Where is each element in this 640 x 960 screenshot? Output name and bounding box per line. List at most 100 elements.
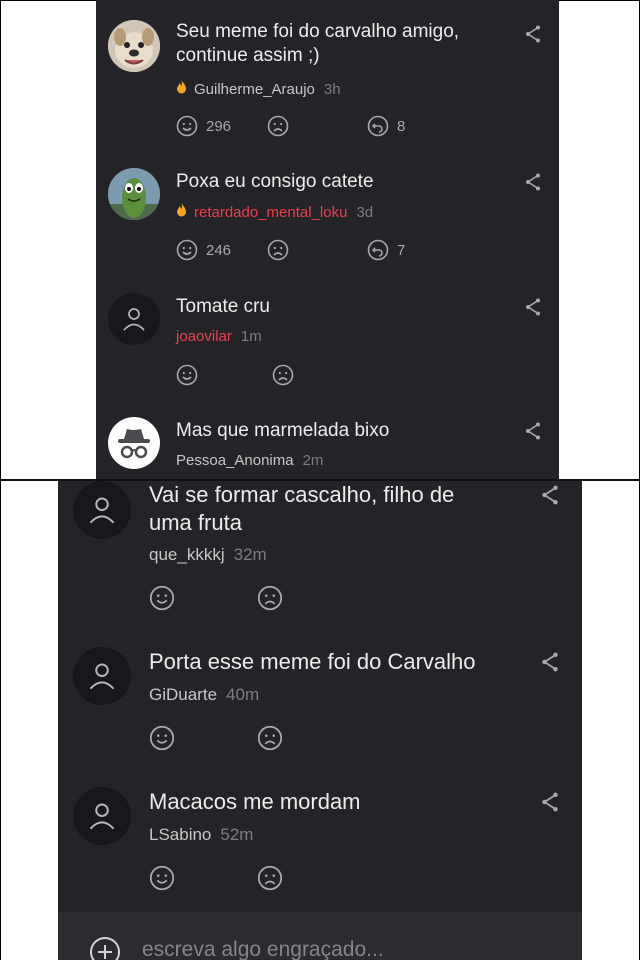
dislike-button[interactable] [267, 239, 289, 261]
comment-time: 40m [226, 685, 260, 704]
comment-actions: 246 7 [176, 239, 405, 261]
share-button[interactable] [540, 484, 560, 511]
dislike-button[interactable] [257, 585, 283, 611]
comment-meta: Pessoa_Anonima 2m [176, 452, 323, 469]
reply-count: 8 [397, 117, 406, 135]
comment-author[interactable]: LSabino [149, 825, 211, 845]
comment-time: 2m [302, 452, 324, 469]
dislike-button[interactable] [272, 364, 294, 386]
comment-author[interactable]: Guilherme_Araujo [194, 81, 315, 98]
reply-icon [367, 115, 389, 137]
comment-text: Seu meme foi do carvalho amigo, continue… [176, 21, 460, 66]
dislike-button[interactable] [257, 865, 283, 891]
share-button[interactable] [524, 24, 542, 49]
share-icon [526, 173, 540, 191]
comment-item: Porta esse meme foi do Carvalho GiDuarte… [58, 631, 582, 771]
comment-author[interactable]: retardado_mental_loku [194, 204, 347, 221]
frown-icon [272, 364, 294, 386]
comment-text: Vai se formar cascalho, filho de uma fru… [149, 482, 455, 535]
frown-icon [267, 115, 289, 137]
share-icon [542, 792, 558, 812]
smile-icon [176, 115, 198, 137]
share-icon [542, 652, 558, 672]
comment-meta: retardado_mental_loku 3d [176, 203, 373, 221]
comment-item: Vai se formar cascalho, filho de uma fru… [58, 481, 582, 631]
comments-panel-top: Seu meme foi do carvalho amigo, continue… [96, 0, 559, 479]
comment-text: Mas que marmelada bixo [176, 420, 390, 441]
comment-meta: Guilherme_Araujo 3h [176, 80, 341, 98]
share-icon [526, 422, 540, 440]
comment-item: Macacos me mordam LSabino 52m [58, 771, 582, 911]
comment-time: 1m [240, 328, 262, 345]
smile-icon [176, 364, 198, 386]
comment-author[interactable]: que_kkkkj [149, 545, 225, 565]
user-icon [89, 497, 115, 524]
comment-time: 3d [356, 203, 374, 221]
frown-icon [257, 725, 283, 751]
avatar-default-user[interactable] [73, 481, 131, 539]
add-attachment-button[interactable] [89, 936, 121, 960]
avatar-pickle-character[interactable] [108, 168, 160, 220]
user-icon [89, 663, 115, 690]
comment-actions [176, 364, 294, 386]
comment-author[interactable]: joaovilar [176, 328, 232, 345]
share-button[interactable] [524, 421, 542, 446]
comment-meta: GiDuarte 40m [149, 685, 259, 705]
comment-meta: LSabino 52m [149, 825, 253, 845]
plus-circle-icon [90, 937, 120, 960]
avatar-dog-photo[interactable] [108, 20, 160, 72]
comment-author[interactable]: GiDuarte [149, 685, 217, 705]
avatar-default-user[interactable] [73, 647, 131, 705]
share-icon [526, 298, 540, 316]
frown-icon [267, 239, 289, 261]
reply-button[interactable]: 7 [367, 239, 405, 261]
comment-text: Poxa eu consigo catete [176, 171, 374, 192]
comment-author[interactable]: Pessoa_Anonima [176, 452, 294, 469]
comment-text: Porta esse meme foi do Carvalho [149, 649, 476, 674]
share-button[interactable] [540, 791, 560, 818]
comment-text: Macacos me mordam [149, 789, 361, 814]
smile-icon [149, 725, 175, 751]
reply-count: 7 [397, 241, 406, 259]
like-count: 246 [206, 241, 232, 259]
comment-meta: joaovilar 1m [176, 328, 262, 345]
comment-time: 52m [220, 825, 254, 844]
pickle-character-icon [108, 168, 160, 220]
incognito-icon [118, 429, 150, 459]
comment-time: 32m [233, 545, 267, 564]
like-button[interactable]: 246 [176, 239, 231, 261]
dislike-button[interactable] [257, 725, 283, 751]
like-button[interactable] [149, 725, 175, 751]
smile-icon [176, 239, 198, 261]
comments-panel-bottom: Vai se formar cascalho, filho de uma fru… [58, 481, 582, 960]
share-button[interactable] [540, 651, 560, 678]
dislike-button[interactable] [267, 115, 289, 137]
like-button[interactable] [176, 364, 198, 386]
share-icon [526, 25, 540, 43]
comment-input[interactable]: escreva algo engraçado... [142, 938, 384, 960]
smile-icon [149, 865, 175, 891]
avatar-incognito[interactable] [108, 417, 160, 469]
user-icon [123, 308, 145, 331]
comment-meta: que_kkkkj 32m [149, 545, 267, 565]
frown-icon [257, 865, 283, 891]
like-button[interactable]: 296 [176, 115, 231, 137]
comment-actions [149, 865, 283, 891]
avatar-default-user[interactable] [73, 787, 131, 845]
share-button[interactable] [524, 172, 542, 197]
comment-item: Mas que marmelada bixo Pessoa_Anonima 2m [96, 405, 559, 479]
smile-icon [149, 585, 175, 611]
share-button[interactable] [524, 297, 542, 322]
comment-text: Tomate cru [176, 296, 270, 317]
comment-composer[interactable]: escreva algo engraçado... [58, 912, 582, 960]
comment-actions [149, 585, 283, 611]
comment-time: 3h [323, 80, 341, 98]
like-button[interactable] [149, 585, 175, 611]
comment-item: Poxa eu consigo catete retardado_mental_… [96, 150, 559, 280]
reply-button[interactable]: 8 [367, 115, 405, 137]
like-count: 296 [206, 117, 232, 135]
dog-photo-icon [108, 20, 160, 72]
like-button[interactable] [149, 865, 175, 891]
share-icon [542, 485, 558, 505]
avatar-default-user[interactable] [108, 293, 160, 345]
